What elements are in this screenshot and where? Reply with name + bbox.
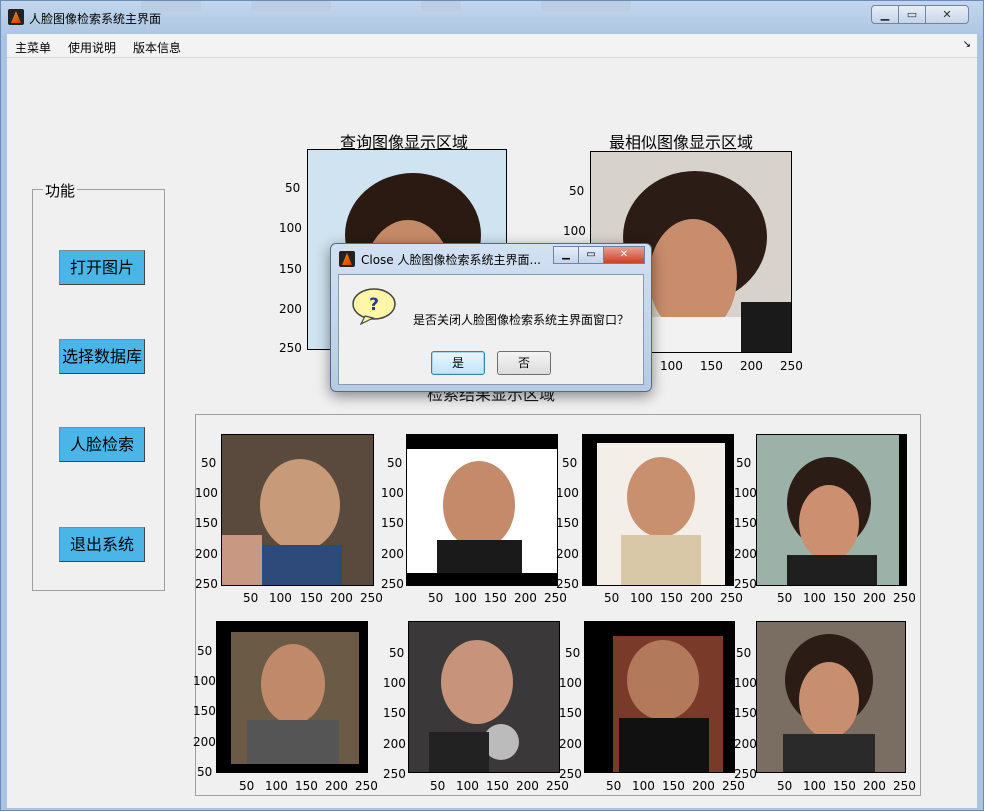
dialog-message: 是否关闭人脸图像检索系统主界面窗口？ [413, 313, 630, 327]
result-image-3 [582, 434, 734, 586]
best-axes-title: 最相似图像显示区域 [609, 133, 754, 152]
menu-bar: 主菜单 使用说明 版本信息 ↘ [7, 34, 977, 58]
minimize-button[interactable]: ▁ [871, 5, 899, 24]
menu-main[interactable]: 主菜单 [15, 39, 51, 56]
toolbar-ghost [421, 1, 461, 11]
question-icon: ? [352, 288, 396, 325]
result-image-2 [406, 434, 558, 586]
window-title: 人脸图像检索系统主界面 [29, 12, 162, 26]
result-image-1 [221, 434, 374, 586]
result-image-8 [756, 621, 906, 773]
result-image-4 [756, 434, 907, 586]
dialog-minimize-button[interactable]: ▁ [553, 246, 579, 264]
function-panel: 功能 打开图片 选择数据库 人脸检索 退出系统 [32, 180, 165, 591]
toolbar-ghost [251, 1, 331, 11]
toolbar-ghost [541, 1, 631, 11]
toolbar-toggle-icon[interactable]: ↘ [963, 39, 971, 50]
maximize-button[interactable]: ▭ [898, 5, 926, 24]
dialog-close-button[interactable]: ✕ [603, 246, 645, 264]
result-image-6 [408, 621, 560, 773]
open-image-button[interactable]: 打开图片 [59, 250, 145, 285]
result-image-5 [216, 621, 368, 773]
figure-area: 功能 打开图片 选择数据库 人脸检索 退出系统 查询图像显示区域 50 100 … [7, 58, 977, 808]
menu-version[interactable]: 版本信息 [133, 39, 181, 56]
yes-button[interactable]: 是 [431, 351, 485, 375]
select-database-button[interactable]: 选择数据库 [59, 339, 145, 374]
no-button[interactable]: 否 [497, 351, 551, 375]
exit-button[interactable]: 退出系统 [59, 527, 145, 562]
matlab-icon [339, 251, 355, 267]
title-bar[interactable]: 人脸图像检索系统主界面 ▁ ▭ ✕ [1, 1, 983, 31]
result-image-7 [584, 621, 735, 773]
menu-help[interactable]: 使用说明 [68, 39, 116, 56]
face-search-button[interactable]: 人脸检索 [59, 427, 145, 462]
function-panel-title: 功能 [43, 180, 78, 201]
matlab-icon [8, 9, 24, 25]
dialog-body: ? 是否关闭人脸图像检索系统主界面窗口？ 是 否 [338, 274, 644, 385]
main-window: 人脸图像检索系统主界面 ▁ ▭ ✕ 主菜单 使用说明 版本信息 ↘ 功能 打开图… [0, 0, 984, 811]
dialog-maximize-button[interactable]: ▭ [578, 246, 604, 264]
svg-text:?: ? [369, 295, 379, 315]
close-button[interactable]: ✕ [925, 5, 969, 24]
close-confirm-dialog: Close 人脸图像检索系统主界面... ▁ ▭ ✕ ? 是否关闭人脸图像检索系… [330, 243, 652, 392]
dialog-title: Close 人脸图像检索系统主界面... [361, 253, 541, 267]
